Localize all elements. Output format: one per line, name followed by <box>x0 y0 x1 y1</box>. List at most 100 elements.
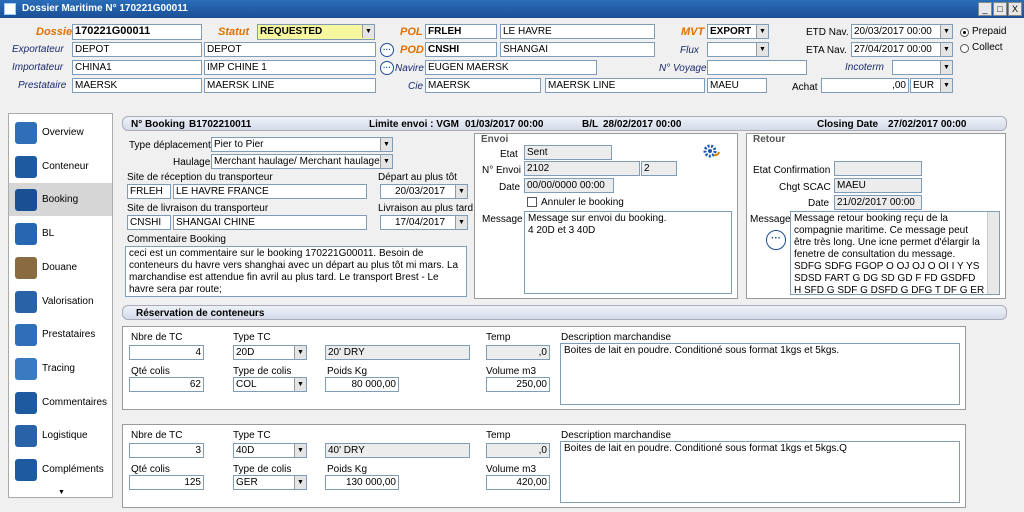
message-scrollbar[interactable] <box>987 212 999 294</box>
prestataire-name-field[interactable]: MAERSK LINE <box>204 78 376 93</box>
cie-name-field[interactable]: MAERSK LINE <box>545 78 705 93</box>
exportateur-code-field[interactable]: DEPOT <box>72 42 202 57</box>
poids-label: Poids Kg <box>327 464 368 475</box>
volume-field[interactable]: 420,00 <box>486 475 550 490</box>
sidebar-item-tracing[interactable]: Tracing <box>9 352 112 385</box>
sidebar: Overview Conteneur Booking BL Douane Valorisa… <box>8 113 113 498</box>
colis-select[interactable]: GER ▼ <box>233 475 307 490</box>
importateur-code-field[interactable]: CHINA1 <box>72 60 202 75</box>
site-rec-name-field[interactable]: LE HAVRE FRANCE <box>173 184 367 199</box>
site-liv-code-field[interactable]: CNSHI <box>127 215 171 230</box>
eta-select[interactable]: 27/04/2017 00:00 ▼ <box>851 42 953 57</box>
type-tc-select[interactable]: 20D ▼ <box>233 345 307 360</box>
incoterm-select[interactable]: ▼ <box>892 60 953 75</box>
sidebar-item-douane[interactable]: Douane <box>9 251 112 284</box>
prestataire-label: Prestataire <box>18 80 67 91</box>
ellipsis-icon[interactable]: ··· <box>380 43 394 57</box>
pod-name-field[interactable]: SHANGAI <box>500 42 655 57</box>
sidebar-item-prestataires[interactable]: Prestataires <box>9 318 112 351</box>
poids-field[interactable]: 130 000,00 <box>325 475 399 490</box>
flux-select[interactable]: ▼ <box>707 42 769 57</box>
refresh-gear-icon[interactable] <box>701 143 721 161</box>
sidebar-item-compl-ments[interactable]: Compléments <box>9 453 112 486</box>
depart-select[interactable]: 20/03/2017 ▼ <box>380 184 468 199</box>
bl-label: B/L <box>582 119 599 130</box>
sidebar-item-booking[interactable]: Booking <box>9 183 112 217</box>
temp-field[interactable]: ,0 <box>486 443 550 458</box>
mvt-label: MVT <box>681 26 705 38</box>
sidebar-item-overview[interactable]: Overview <box>9 116 112 149</box>
sidebar-douane-icon <box>15 256 37 279</box>
collect-radio[interactable] <box>960 44 969 53</box>
statut-select[interactable]: REQUESTED ▼ <box>257 24 375 40</box>
sidebar-item-logistique[interactable]: Logistique <box>9 419 112 452</box>
nbre-field[interactable]: 3 <box>129 443 204 458</box>
annuler-label: Annuler le booking <box>541 197 624 208</box>
close-button[interactable]: X <box>1008 2 1022 16</box>
type-tc-select[interactable]: 40D ▼ <box>233 443 307 458</box>
envoi-date-field: 00/00/0000 00:00 <box>524 178 614 193</box>
volume-field[interactable]: 250,00 <box>486 377 550 392</box>
sidebar-compl-ments-icon <box>15 459 37 481</box>
importateur-name-field[interactable]: IMP CHINE 1 <box>204 60 376 75</box>
pol-code-field[interactable]: FRLEH <box>425 24 497 39</box>
sidebar-item-commentaires[interactable]: Commentaires <box>9 386 112 419</box>
sidebar-item-bl[interactable]: BL <box>9 217 112 250</box>
chevron-down-icon: ▼ <box>294 444 306 457</box>
retour-message-label: Message <box>750 214 791 225</box>
haulage-select[interactable]: Merchant haulage/ Merchant haulage ▼ <box>211 154 393 169</box>
type-dep-select[interactable]: Pier to Pier ▼ <box>211 137 393 152</box>
qte-field[interactable]: 125 <box>129 475 204 490</box>
navire-field[interactable]: EUGEN MAERSK <box>425 60 597 75</box>
achat-field[interactable]: ,00 <box>821 78 909 93</box>
qte-field[interactable]: 62 <box>129 377 204 392</box>
etd-select[interactable]: 20/03/2017 00:00 ▼ <box>851 24 953 39</box>
cie-code-field[interactable]: MAERSK <box>425 78 541 93</box>
colis-select[interactable]: COL ▼ <box>233 377 307 392</box>
depart-label: Départ au plus tôt <box>378 172 457 183</box>
currency-select[interactable]: EUR ▼ <box>910 78 953 93</box>
flux-label: Flux <box>680 45 699 56</box>
booking-comment[interactable]: ceci est un commentaire sur le booking 1… <box>125 246 467 297</box>
voyage-field[interactable] <box>707 60 807 75</box>
cie-scac-field[interactable]: MAEU <box>707 78 767 93</box>
sidebar-item-label: Compléments <box>42 464 104 475</box>
sidebar-item-valorisation[interactable]: Valorisation <box>9 285 112 318</box>
annuler-checkbox[interactable] <box>527 197 537 207</box>
minimize-button[interactable]: _ <box>978 2 992 16</box>
dossier-label: Dossier <box>36 26 77 38</box>
pol-name-field[interactable]: LE HAVRE <box>500 24 655 39</box>
desc-field[interactable]: Boites de lait en poudre. Conditioné sou… <box>560 441 960 503</box>
livraison-select[interactable]: 17/04/2017 ▼ <box>380 215 468 230</box>
maximize-button[interactable]: □ <box>993 2 1007 16</box>
chevron-down-icon: ▼ <box>940 25 952 38</box>
poids-field[interactable]: 80 000,00 <box>325 377 399 392</box>
site-rec-code-field[interactable]: FRLEH <box>127 184 171 199</box>
nbre-field[interactable]: 4 <box>129 345 204 360</box>
site-liv-name-field[interactable]: SHANGAI CHINE <box>173 215 367 230</box>
sidebar-overview-icon <box>15 122 37 144</box>
ellipsis-icon[interactable]: ··· <box>380 61 394 75</box>
statut-value: REQUESTED <box>260 26 323 37</box>
chevron-down-icon: ▼ <box>294 378 306 391</box>
prepaid-radio[interactable] <box>960 28 969 37</box>
envoi-message[interactable]: Message sur envoi du booking. 4 20D et 3… <box>524 211 732 294</box>
sidebar-more-icon[interactable]: ▼ <box>58 489 65 496</box>
temp-field[interactable]: ,0 <box>486 345 550 360</box>
envoi-message-label: Message <box>482 214 523 225</box>
chevron-down-icon: ▼ <box>940 79 952 92</box>
etd-value: 20/03/2017 00:00 <box>854 26 932 37</box>
retour-message[interactable]: Message retour booking reçu de la compag… <box>790 211 1000 295</box>
exportateur-label: Exportateur <box>12 44 64 55</box>
desc-field[interactable]: Boites de lait en poudre. Conditioné sou… <box>560 343 960 405</box>
etd-label: ETD Nav. <box>806 27 849 38</box>
livraison-label: Livraison au plus tard <box>378 203 474 214</box>
expand-message-icon[interactable]: ··· <box>766 230 786 250</box>
prestataire-code-field[interactable]: MAERSK <box>72 78 202 93</box>
exportateur-name-field[interactable]: DEPOT <box>204 42 376 57</box>
pod-code-field[interactable]: CNSHI <box>425 42 497 57</box>
sidebar-item-conteneur[interactable]: Conteneur <box>9 150 112 183</box>
chevron-down-icon: ▼ <box>362 25 374 38</box>
mvt-select[interactable]: EXPORT ▼ <box>707 24 769 39</box>
dossier-field[interactable]: 170221G00011 <box>72 24 202 40</box>
